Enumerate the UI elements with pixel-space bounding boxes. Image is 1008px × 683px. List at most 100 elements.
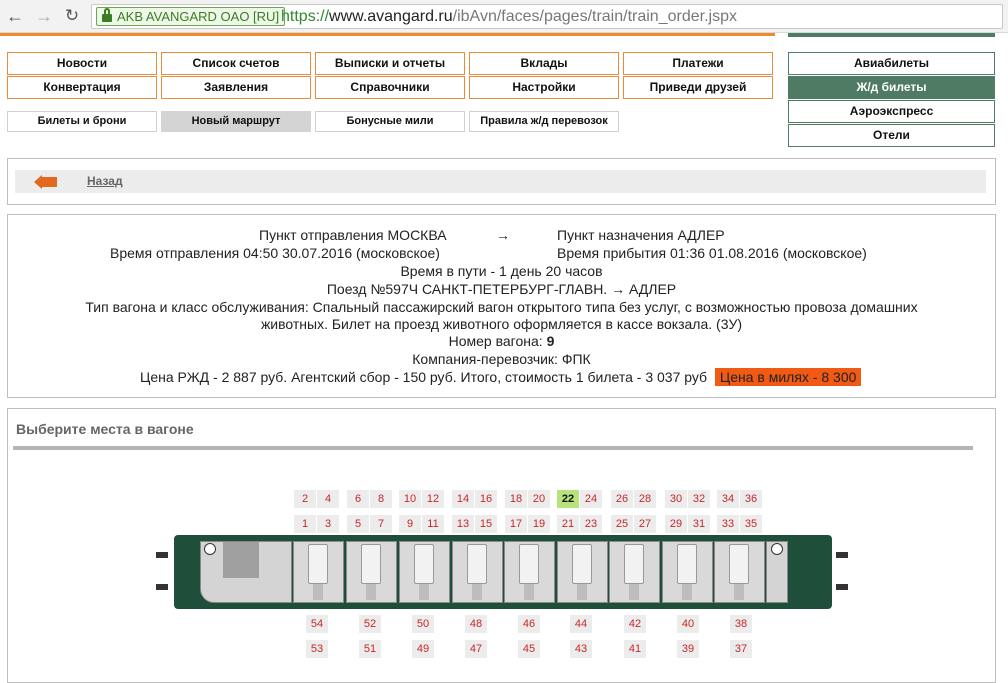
certificate-badge[interactable]: AKB AVANGARD OAO [RU] — [96, 7, 286, 26]
side-menu-item-4[interactable]: Отели — [788, 124, 995, 147]
url-path: /ibAvn/faces/pages/train/train_order.jsp… — [452, 8, 737, 25]
seat-15[interactable]: 15 — [475, 515, 497, 533]
seat-1[interactable]: 1 — [294, 515, 316, 533]
seat-45[interactable]: 45 — [518, 640, 540, 658]
seat-29[interactable]: 29 — [665, 515, 687, 533]
compartment-2 — [346, 541, 397, 603]
seat-26[interactable]: 26 — [611, 490, 633, 508]
compartment-5 — [504, 541, 555, 603]
side-menu-item-3[interactable]: Аэроэкспресс — [788, 100, 995, 123]
seat-17[interactable]: 17 — [505, 515, 527, 533]
seat-39[interactable]: 39 — [677, 640, 699, 658]
reload-icon[interactable]: ↻ — [62, 6, 82, 26]
seat-12[interactable]: 12 — [422, 490, 444, 508]
header-stripe-green — [788, 33, 995, 37]
sub-tab-4[interactable]: Правила ж/д перевозок — [469, 111, 619, 132]
browser-toolbar: ← → ↻ AKB AVANGARD OAO [RU] https://www.… — [0, 0, 1008, 33]
seat-47[interactable]: 47 — [465, 640, 487, 658]
seat-5[interactable]: 5 — [347, 515, 369, 533]
menu-item-2[interactable]: Заявления — [161, 76, 311, 99]
sub-tab-2[interactable]: Новый маршрут — [161, 111, 311, 132]
seat-48[interactable]: 48 — [465, 615, 487, 633]
seat-7[interactable]: 7 — [370, 515, 392, 533]
seat-52[interactable]: 52 — [359, 615, 381, 633]
seat-51[interactable]: 51 — [359, 640, 381, 658]
train-route: Поезд №597Ч САНКТ-ПЕТЕРБУРГ-ГЛАВН. → АДЛ… — [326, 281, 677, 297]
menu-item-1[interactable]: Новости — [7, 52, 157, 75]
seat-2[interactable]: 2 — [294, 490, 316, 508]
seat-16[interactable]: 16 — [475, 490, 497, 508]
seat-30[interactable]: 30 — [665, 490, 687, 508]
menu-item-5[interactable]: Платежи — [623, 52, 773, 75]
seat-23[interactable]: 23 — [580, 515, 602, 533]
seat-10[interactable]: 10 — [399, 490, 421, 508]
menu-item-4[interactable]: Вклады — [469, 52, 619, 75]
seat-8[interactable]: 8 — [370, 490, 392, 508]
menu-item-4[interactable]: Настройки — [469, 76, 619, 99]
seat-22[interactable]: 22 — [557, 490, 579, 508]
menu-item-1[interactable]: Конвертация — [7, 76, 157, 99]
sub-tab-1[interactable]: Билеты и брони — [7, 111, 157, 132]
seat-42[interactable]: 42 — [624, 615, 646, 633]
seat-34[interactable]: 34 — [717, 490, 739, 508]
seat-54[interactable]: 54 — [306, 615, 328, 633]
seat-3[interactable]: 3 — [317, 515, 339, 533]
url-host: www.avangard.ru — [329, 8, 453, 25]
seat-20[interactable]: 20 — [528, 490, 550, 508]
side-menu-item-1[interactable]: Авиабилеты — [788, 52, 995, 75]
miles-price-badge[interactable]: Цена в милях - 8 300 — [714, 368, 862, 386]
seat-32[interactable]: 32 — [688, 490, 710, 508]
forward-arrow-icon[interactable]: → — [34, 6, 54, 26]
seat-13[interactable]: 13 — [452, 515, 474, 533]
compartment-7 — [609, 541, 660, 603]
berth-shape — [414, 544, 434, 584]
seat-38[interactable]: 38 — [730, 615, 752, 633]
seat-43[interactable]: 43 — [570, 640, 592, 658]
compartment-3 — [399, 541, 450, 603]
buffer-right-top — [836, 552, 848, 558]
sub-tab-3[interactable]: Бонусные мили — [315, 111, 465, 132]
table-shape — [577, 584, 587, 600]
back-link[interactable]: Назад — [87, 174, 123, 188]
seat-27[interactable]: 27 — [634, 515, 656, 533]
seat-50[interactable]: 50 — [412, 615, 434, 633]
seat-36[interactable]: 36 — [740, 490, 762, 508]
seat-46[interactable]: 46 — [518, 615, 540, 633]
seat-35[interactable]: 35 — [740, 515, 762, 533]
seat-21[interactable]: 21 — [557, 515, 579, 533]
seat-25[interactable]: 25 — [611, 515, 633, 533]
seat-9[interactable]: 9 — [399, 515, 421, 533]
berth-shape — [467, 544, 487, 584]
seat-24[interactable]: 24 — [580, 490, 602, 508]
toilet-icon — [204, 543, 216, 555]
seat-6[interactable]: 6 — [347, 490, 369, 508]
seat-33[interactable]: 33 — [717, 515, 739, 533]
seat-37[interactable]: 37 — [730, 640, 752, 658]
back-arrow-icon[interactable]: ← — [5, 6, 25, 26]
menu-item-3[interactable]: Справочники — [315, 76, 465, 99]
seat-53[interactable]: 53 — [306, 640, 328, 658]
side-menu-item-2[interactable]: Ж/д билеты — [788, 76, 995, 99]
seat-44[interactable]: 44 — [570, 615, 592, 633]
car-number-value: 9 — [546, 333, 555, 349]
menu-item-5[interactable]: Приведи друзей — [623, 76, 773, 99]
url-text[interactable]: https://www.avangard.ru/ibAvn/faces/page… — [281, 8, 737, 26]
menu-item-3[interactable]: Выписки и отчеты — [315, 52, 465, 75]
seat-28[interactable]: 28 — [634, 490, 656, 508]
table-shape — [734, 584, 744, 600]
car-number-label: Номер вагона: — [448, 333, 547, 349]
departure-point: Пункт отправления МОСКВА — [259, 227, 447, 243]
car-type-line-1: Тип вагона и класс обслуживания: Спальны… — [85, 299, 918, 315]
seat-11[interactable]: 11 — [422, 515, 444, 533]
address-bar[interactable]: AKB AVANGARD OAO [RU] https://www.avanga… — [91, 4, 1003, 29]
seat-4[interactable]: 4 — [317, 490, 339, 508]
seat-19[interactable]: 19 — [528, 515, 550, 533]
seat-18[interactable]: 18 — [505, 490, 527, 508]
seat-14[interactable]: 14 — [452, 490, 474, 508]
seat-41[interactable]: 41 — [624, 640, 646, 658]
seat-31[interactable]: 31 — [688, 515, 710, 533]
seat-49[interactable]: 49 — [412, 640, 434, 658]
url-scheme: https:// — [281, 8, 330, 25]
menu-item-2[interactable]: Список счетов — [161, 52, 311, 75]
seat-40[interactable]: 40 — [677, 615, 699, 633]
